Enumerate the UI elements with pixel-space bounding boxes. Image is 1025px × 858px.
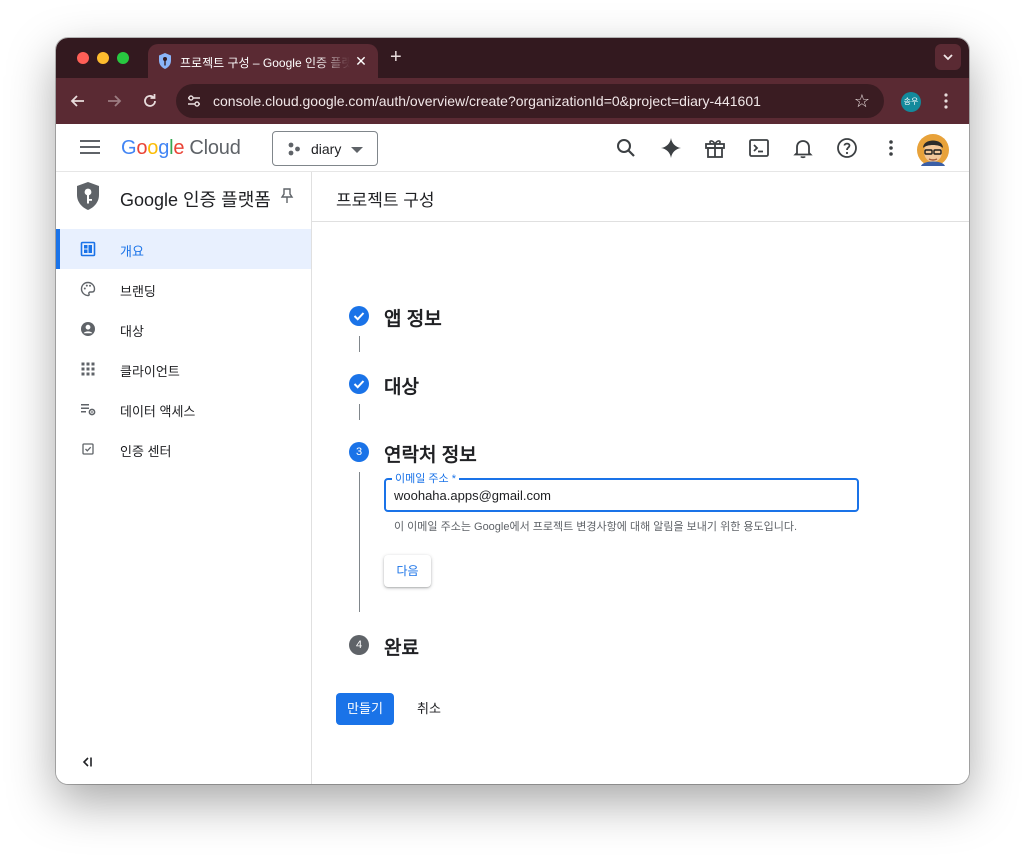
- email-input[interactable]: [394, 488, 834, 503]
- google-wordmark: Google: [121, 137, 185, 159]
- email-field-label: 이메일 주소 *: [392, 470, 459, 486]
- sidebar-item-overview[interactable]: 개요: [56, 229, 311, 269]
- address-bar[interactable]: console.cloud.google.com/auth/overview/c…: [176, 84, 884, 118]
- forward-arrow-icon[interactable]: [104, 91, 124, 111]
- next-button[interactable]: 다음: [384, 555, 431, 587]
- bookmark-star-icon[interactable]: ☆: [854, 91, 870, 112]
- dashboard-icon: [80, 241, 96, 257]
- create-button[interactable]: 만들기: [336, 693, 394, 725]
- sidebar-item-audience[interactable]: 대상: [56, 309, 311, 349]
- shield-key-icon: [77, 182, 99, 210]
- cancel-button[interactable]: 취소: [408, 693, 450, 725]
- notifications-bell-icon[interactable]: [791, 136, 815, 160]
- tab-close-icon[interactable]: ✕: [352, 52, 370, 70]
- step-4-label: 완료: [384, 638, 419, 659]
- logo-letter: e: [173, 137, 185, 159]
- more-vert-icon[interactable]: [879, 136, 903, 160]
- reload-icon[interactable]: [140, 91, 160, 111]
- step-2-check-badge: [349, 374, 369, 394]
- pin-icon[interactable]: [280, 188, 294, 204]
- maximize-window-button[interactable]: [117, 52, 129, 64]
- sidebar-title: Google 인증 플랫폼: [120, 190, 271, 210]
- cloud-shell-terminal-icon[interactable]: [747, 136, 771, 160]
- shield-key-icon: [159, 53, 171, 69]
- grid-icon: [81, 362, 95, 376]
- browser-window: 프로젝트 구성 – Google 인증 플랫폼 ✕ + console.clou…: [56, 38, 969, 784]
- more-vert-icon[interactable]: [942, 90, 950, 112]
- step-3-number-badge: 3: [349, 442, 369, 462]
- gift-icon[interactable]: [703, 136, 727, 160]
- logo-letter: o: [136, 137, 148, 159]
- logo-letter: g: [158, 137, 170, 159]
- sidebar-item-branding[interactable]: 브랜딩: [56, 269, 311, 309]
- close-window-button[interactable]: [77, 52, 89, 64]
- project-selector[interactable]: diary: [272, 131, 378, 166]
- tab-title: 프로젝트 구성 – Google 인증 플랫폼: [180, 56, 350, 70]
- browser-tab-active[interactable]: 프로젝트 구성 – Google 인증 플랫폼 ✕: [148, 44, 378, 78]
- check-icon: [353, 312, 365, 321]
- step-connector: [359, 404, 360, 420]
- google-cloud-logo[interactable]: Google Cloud: [121, 137, 241, 160]
- browser-toolbar: console.cloud.google.com/auth/overview/c…: [56, 78, 969, 124]
- new-tab-button[interactable]: +: [390, 47, 402, 67]
- menu-icon[interactable]: [80, 139, 100, 155]
- sidebar-item-label: 개요: [120, 244, 144, 259]
- page-header: 프로젝트 구성: [312, 172, 969, 222]
- verified-checkbox-icon: [82, 443, 94, 455]
- dropdown-arrow-icon: [351, 147, 363, 153]
- project-hierarchy-icon: [288, 142, 300, 156]
- palette-icon: [80, 281, 96, 297]
- account-avatar[interactable]: [917, 134, 949, 166]
- step-1-label[interactable]: 앱 정보: [384, 304, 442, 331]
- sidebar-header: Google 인증 플랫폼: [56, 172, 312, 220]
- sidebar-item-label: 클라이언트: [120, 364, 180, 379]
- site-settings-icon[interactable]: [186, 93, 202, 109]
- sidebar-item-label: 브랜딩: [120, 284, 156, 299]
- check-icon: [353, 380, 365, 389]
- step-1-check-badge: [349, 306, 369, 326]
- project-name: diary: [311, 141, 342, 157]
- back-arrow-icon[interactable]: [68, 91, 88, 111]
- main-content: 프로젝트 구성 앱 정보 대상 3 연락처 정보 이메일 주소 * 이 이메일 …: [312, 172, 969, 784]
- gcp-header: Google Cloud diary: [56, 124, 969, 172]
- sidebar-item-verification-center[interactable]: 인증 센터: [56, 429, 311, 469]
- account-circle-icon: [81, 322, 95, 336]
- logo-letter: o: [147, 137, 159, 159]
- chevron-down-icon: [943, 54, 953, 61]
- page-title: 프로젝트 구성: [336, 191, 435, 210]
- list-settings-icon: [81, 404, 96, 416]
- email-helper-text: 이 이메일 주소는 Google에서 프로젝트 변경사항에 대해 알림을 보내기…: [394, 521, 798, 533]
- sidebar-item-label: 인증 센터: [120, 444, 172, 459]
- tab-search-button[interactable]: [935, 44, 961, 70]
- step-2-label[interactable]: 대상: [384, 372, 419, 399]
- sidebar-item-label: 대상: [120, 324, 144, 339]
- gemini-sparkle-icon[interactable]: [659, 136, 683, 160]
- help-icon[interactable]: [835, 136, 859, 160]
- url-text: console.cloud.google.com/auth/overview/c…: [213, 93, 761, 109]
- step-3-label: 연락처 정보: [384, 445, 477, 466]
- sidebar-item-label: 데이터 액세스: [120, 404, 196, 419]
- step-connector: [359, 336, 360, 352]
- collapse-sidebar-icon[interactable]: [80, 754, 96, 770]
- logo-letter: G: [121, 137, 137, 159]
- sidebar: Google 인증 플랫폼 개요 브랜딩 대상 클라이언트 데이터 액세스 인증…: [56, 172, 312, 784]
- profile-avatar[interactable]: 송우: [901, 92, 921, 112]
- step-connector: [359, 472, 360, 612]
- sidebar-item-clients[interactable]: 클라이언트: [56, 349, 311, 389]
- minimize-window-button[interactable]: [97, 52, 109, 64]
- step-4-number-badge: 4: [349, 635, 369, 655]
- tab-strip: 프로젝트 구성 – Google 인증 플랫폼 ✕ +: [56, 38, 969, 78]
- search-icon[interactable]: [614, 136, 638, 160]
- cloud-wordmark: Cloud: [189, 137, 241, 159]
- email-field[interactable]: 이메일 주소 *: [384, 470, 859, 512]
- sidebar-item-data-access[interactable]: 데이터 액세스: [56, 389, 311, 429]
